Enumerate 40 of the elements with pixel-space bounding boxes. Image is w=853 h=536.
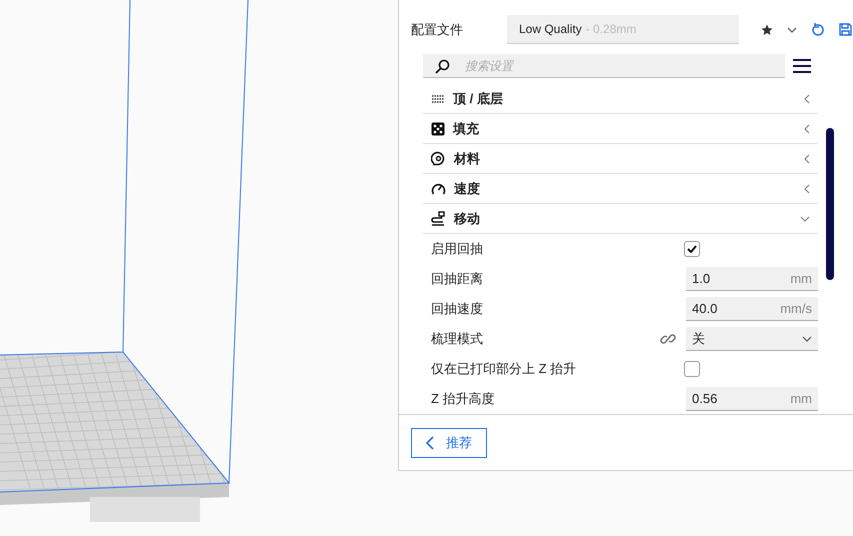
number-field[interactable]: 1.0 mm [686, 267, 818, 291]
profile-label: 配置文件 [411, 20, 464, 38]
setting-label: Z 抬升高度 [431, 390, 496, 408]
travel-path-icon [431, 211, 446, 226]
reset-icon[interactable] [811, 22, 825, 36]
star-icon[interactable] [761, 24, 773, 36]
layers-icon [431, 94, 445, 104]
category-header[interactable]: 顶 / 底层 [423, 84, 818, 114]
chevron-down-icon [802, 336, 812, 342]
menu-icon[interactable] [793, 58, 811, 74]
category-header[interactable]: 速度 [423, 174, 818, 204]
setting-label: 回抽速度 [431, 300, 484, 318]
gauge-icon [431, 182, 446, 195]
chevron-down-icon [800, 216, 810, 222]
save-icon[interactable] [839, 23, 852, 36]
chevron-left-icon [804, 94, 810, 104]
checkmark-icon [687, 245, 697, 253]
recommended-button[interactable]: 推荐 [411, 428, 487, 458]
number-field[interactable]: 40.0 mm/s [686, 297, 818, 321]
scrollbar[interactable] [826, 128, 834, 280]
category-header[interactable]: 移动 [423, 204, 818, 234]
checkbox[interactable] [684, 241, 700, 257]
setting-label: 梳理模式 [431, 330, 484, 348]
number-field[interactable]: 0.56 mm [686, 387, 818, 411]
chevron-left-icon [804, 124, 810, 134]
setting-label: 启用回抽 [431, 240, 484, 258]
category-header[interactable]: 填充 [423, 114, 818, 144]
setting-label: 仅在已打印部分上 Z 抬升 [431, 360, 578, 378]
chevron-left-icon [426, 436, 434, 450]
dice-icon [431, 122, 445, 136]
setting-label: 回抽距离 [431, 270, 484, 288]
category-header[interactable]: 材料 [423, 144, 818, 174]
dropdown[interactable]: 关 [686, 327, 818, 351]
chevron-left-icon [804, 184, 810, 194]
chevron-left-icon [804, 154, 810, 164]
chevron-down-icon[interactable] [787, 26, 797, 32]
search-field[interactable]: 搜索设置 [423, 54, 785, 78]
checkbox[interactable] [684, 361, 700, 377]
spool-icon [431, 151, 446, 166]
search-icon [435, 59, 450, 74]
